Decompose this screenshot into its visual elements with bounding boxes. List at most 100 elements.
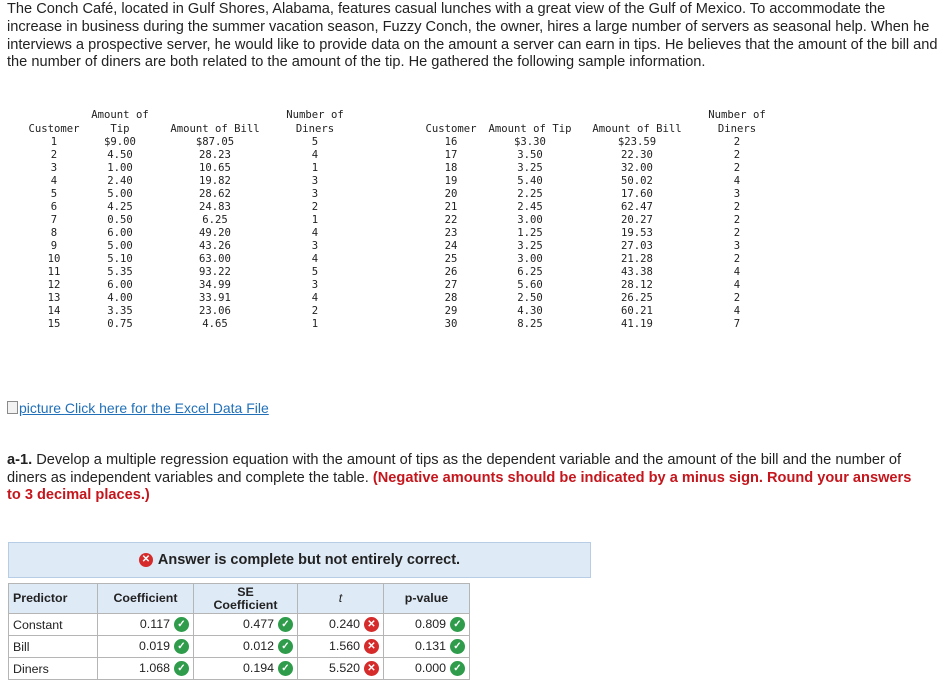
bill-cell: $87.05 bbox=[195, 136, 235, 148]
tip-cell: 2.40 bbox=[107, 175, 133, 187]
p-value-cell: 0.000 ✓ bbox=[383, 657, 470, 680]
customer-cell: 22 bbox=[444, 214, 458, 226]
bill-cell: 28.12 bbox=[621, 279, 653, 291]
tip-cell: 0.75 bbox=[107, 318, 133, 330]
diners-cell: 2 bbox=[733, 214, 741, 226]
tip-cell: 3.00 bbox=[517, 253, 543, 265]
tip-cell: 4.00 bbox=[107, 292, 133, 304]
customer-cell: 13 bbox=[47, 292, 61, 304]
bill-cell: 49.20 bbox=[199, 227, 231, 239]
bill-cell: 27.03 bbox=[621, 240, 653, 252]
diners-cell: 4 bbox=[733, 305, 741, 317]
check-circle-icon: ✓ bbox=[450, 617, 465, 633]
diners-cell: 3 bbox=[311, 188, 319, 200]
tip-cell: 2.50 bbox=[517, 292, 543, 304]
diners-cell: 2 bbox=[733, 253, 741, 265]
answer-row: Diners 1.068 ✓ 0.194 ✓ 5.520 ✕ 0.000 ✓ bbox=[8, 657, 470, 680]
diners-cell: 7 bbox=[733, 318, 741, 330]
tip-cell: 5.40 bbox=[517, 175, 543, 187]
broken-image-icon bbox=[7, 401, 18, 414]
bill-cell: 20.27 bbox=[621, 214, 653, 226]
table-row: 7 0.50 6.25 1 bbox=[24, 214, 356, 227]
customer-cell: 29 bbox=[444, 305, 458, 317]
customer-cell: 2 bbox=[50, 149, 58, 161]
t-value-input[interactable]: 5.520 bbox=[329, 661, 360, 675]
diners-cell: 4 bbox=[733, 279, 741, 291]
diners-cell: 4 bbox=[733, 266, 741, 278]
se-coefficient-input[interactable]: 0.194 bbox=[243, 661, 274, 675]
check-circle-icon: ✓ bbox=[278, 639, 293, 655]
customer-cell: 21 bbox=[444, 201, 458, 213]
tip-cell: 6.00 bbox=[107, 279, 133, 291]
bill-cell: 23.06 bbox=[199, 305, 231, 317]
diners-cell: 2 bbox=[733, 136, 741, 148]
bill-cell: 41.19 bbox=[621, 318, 653, 330]
bill-cell: 26.25 bbox=[621, 292, 653, 304]
coefficient-input[interactable]: 1.068 bbox=[139, 661, 170, 675]
x-circle-icon: ✕ bbox=[138, 553, 153, 567]
table-row: 18 3.25 32.00 2 bbox=[420, 162, 778, 175]
customer-cell: 8 bbox=[50, 227, 58, 239]
customer-cell: 7 bbox=[50, 214, 58, 226]
table-row: 9 5.00 43.26 3 bbox=[24, 240, 356, 253]
bill-cell: 62.47 bbox=[621, 201, 653, 213]
t-value-input[interactable]: 0.240 bbox=[329, 617, 360, 631]
diners-cell: 4 bbox=[311, 149, 319, 161]
regression-answer-table: Predictor Coefficient SE Coefficient t p-… bbox=[8, 583, 470, 680]
customer-cell: 17 bbox=[444, 149, 458, 161]
table-row: 1 $9.00 $87.05 5 bbox=[24, 136, 356, 149]
se-coefficient-input[interactable]: 0.012 bbox=[243, 639, 274, 653]
answer-row: Bill 0.019 ✓ 0.012 ✓ 1.560 ✕ 0.131 ✓ bbox=[8, 635, 470, 658]
customer-cell: 24 bbox=[444, 240, 458, 252]
coefficient-input[interactable]: 0.019 bbox=[139, 639, 170, 653]
p-value-input[interactable]: 0.809 bbox=[415, 617, 446, 631]
customer-cell: 16 bbox=[444, 136, 458, 148]
tip-cell: 2.45 bbox=[517, 201, 543, 213]
bill-cell: 63.00 bbox=[199, 253, 231, 265]
bill-cell: 32.00 bbox=[621, 162, 653, 174]
col-header-se-coefficient: SE Coefficient bbox=[193, 583, 298, 614]
table-row: 24 3.25 27.03 3 bbox=[420, 240, 778, 253]
tip-cell: 1.25 bbox=[517, 227, 543, 239]
table-row: 27 5.60 28.12 4 bbox=[420, 279, 778, 292]
bill-cell: 17.60 bbox=[621, 188, 653, 200]
p-value-input[interactable]: 0.131 bbox=[415, 639, 446, 653]
bill-cell: 33.91 bbox=[199, 292, 231, 304]
diners-cell: 4 bbox=[311, 292, 319, 304]
table-row: 21 2.45 62.47 2 bbox=[420, 201, 778, 214]
predictor-name: Diners bbox=[8, 657, 98, 680]
coefficient-input[interactable]: 0.117 bbox=[140, 617, 170, 631]
se-coefficient-cell: 0.194 ✓ bbox=[193, 657, 298, 680]
bill-cell: $23.59 bbox=[617, 136, 657, 148]
se-coefficient-input[interactable]: 0.477 bbox=[243, 617, 274, 631]
x-circle-icon: ✕ bbox=[364, 617, 379, 633]
question-a1: a-1. Develop a multiple regression equat… bbox=[7, 452, 922, 505]
diners-cell: 5 bbox=[311, 266, 319, 278]
diners-cell: 5 bbox=[311, 136, 319, 148]
answer-header-row: Predictor Coefficient SE Coefficient t p-… bbox=[8, 583, 470, 614]
diners-cell: 4 bbox=[311, 253, 319, 265]
bill-cell: 19.82 bbox=[199, 175, 231, 187]
table-row: 4 2.40 19.82 3 bbox=[24, 175, 356, 188]
diners-cell: 3 bbox=[733, 240, 741, 252]
bill-cell: 28.62 bbox=[199, 188, 231, 200]
diners-cell: 2 bbox=[733, 227, 741, 239]
tip-cell: 0.50 bbox=[107, 214, 133, 226]
table-row: 5 5.00 28.62 3 bbox=[24, 188, 356, 201]
check-circle-icon: ✓ bbox=[278, 661, 293, 677]
excel-data-file-link[interactable]: picture Click here for the Excel Data Fi… bbox=[7, 400, 269, 416]
bill-cell: 93.22 bbox=[199, 266, 231, 278]
problem-intro: The Conch Café, located in Gulf Shores, … bbox=[7, 1, 938, 71]
table-row: 8 6.00 49.20 4 bbox=[24, 227, 356, 240]
customer-cell: 25 bbox=[444, 253, 458, 265]
tip-cell: 3.25 bbox=[517, 240, 543, 252]
diners-cell: 1 bbox=[311, 318, 319, 330]
customer-cell: 14 bbox=[47, 305, 61, 317]
t-value-input[interactable]: 1.560 bbox=[329, 639, 360, 653]
table-row: 12 6.00 34.99 3 bbox=[24, 279, 356, 292]
se-coefficient-cell: 0.012 ✓ bbox=[193, 635, 298, 658]
tips-data-table-left: Customer Amount of Tip Amount of Bill Num… bbox=[24, 108, 356, 331]
p-value-input[interactable]: 0.000 bbox=[415, 661, 446, 675]
customer-cell: 10 bbox=[47, 253, 61, 265]
coefficient-cell: 1.068 ✓ bbox=[97, 657, 194, 680]
